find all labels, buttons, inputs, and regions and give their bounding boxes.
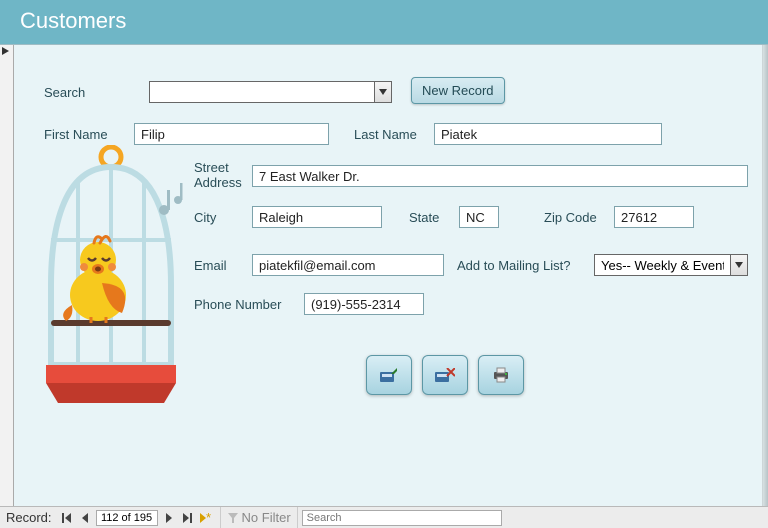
first-name-label: First Name xyxy=(44,127,108,142)
prev-icon xyxy=(81,513,89,523)
nav-last-button[interactable] xyxy=(178,509,196,527)
chevron-down-icon xyxy=(379,89,387,95)
save-icon xyxy=(380,368,398,382)
zip-input[interactable] xyxy=(614,206,694,228)
next-icon xyxy=(165,513,173,523)
street-label: Street Address xyxy=(194,160,249,190)
mailing-combo[interactable] xyxy=(594,254,748,276)
zip-label: Zip Code xyxy=(544,210,597,225)
nav-prev-button[interactable] xyxy=(76,509,94,527)
svg-text:*: * xyxy=(206,513,211,523)
email-input[interactable] xyxy=(252,254,444,276)
funnel-icon xyxy=(227,512,239,524)
print-icon xyxy=(492,367,510,383)
phone-label: Phone Number xyxy=(194,297,281,312)
city-input[interactable] xyxy=(252,206,382,228)
new-row-icon: * xyxy=(199,513,211,523)
search-combo[interactable] xyxy=(149,81,392,103)
record-position-box[interactable] xyxy=(96,510,158,526)
state-label: State xyxy=(409,210,439,225)
email-label: Email xyxy=(194,258,227,273)
form-body: Search New Record First Name Last Name S… xyxy=(0,44,768,506)
search-input[interactable] xyxy=(149,81,374,103)
no-filter-label: No Filter xyxy=(242,510,291,525)
first-name-input[interactable] xyxy=(134,123,329,145)
print-record-button[interactable] xyxy=(478,355,524,395)
delete-record-button[interactable] xyxy=(422,355,468,395)
bird-cage-illustration xyxy=(36,145,186,435)
delete-icon xyxy=(435,368,455,382)
street-input[interactable] xyxy=(252,165,748,187)
city-label: City xyxy=(194,210,216,225)
record-selector[interactable] xyxy=(0,45,14,506)
form-title: Customers xyxy=(0,0,768,44)
save-record-button[interactable] xyxy=(366,355,412,395)
new-record-button[interactable]: New Record xyxy=(411,77,505,104)
mailing-input[interactable] xyxy=(594,254,730,276)
mailing-dropdown-button[interactable] xyxy=(730,254,748,276)
last-name-input[interactable] xyxy=(434,123,662,145)
chevron-down-icon xyxy=(735,262,743,268)
no-filter-indicator[interactable]: No Filter xyxy=(220,507,298,528)
scroll-edge xyxy=(762,45,768,506)
phone-input[interactable] xyxy=(304,293,424,315)
record-nav-label: Record: xyxy=(0,510,58,525)
record-nav-bar: Record: * No Filter xyxy=(0,506,768,528)
nav-new-button[interactable]: * xyxy=(196,509,214,527)
last-icon xyxy=(182,513,192,523)
first-icon xyxy=(62,513,72,523)
mailing-label: Add to Mailing List? xyxy=(457,258,570,273)
nav-next-button[interactable] xyxy=(160,509,178,527)
nav-search-box[interactable] xyxy=(302,510,502,526)
search-dropdown-button[interactable] xyxy=(374,81,392,103)
last-name-label: Last Name xyxy=(354,127,417,142)
state-input[interactable] xyxy=(459,206,499,228)
search-label: Search xyxy=(44,85,85,100)
nav-first-button[interactable] xyxy=(58,509,76,527)
